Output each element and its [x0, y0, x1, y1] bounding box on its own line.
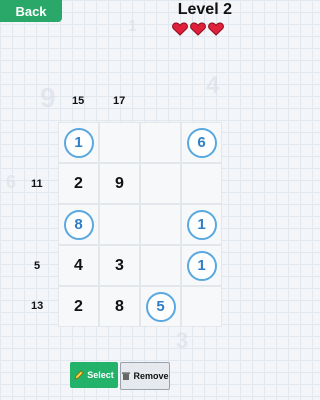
board-cell[interactable] [181, 163, 222, 204]
circled-number: 1 [186, 250, 217, 281]
row-clue: 13 [31, 300, 44, 312]
background-digit: 1 [128, 18, 137, 35]
board-cell[interactable] [99, 122, 140, 163]
board-cell[interactable] [140, 122, 181, 163]
circled-number: 1 [63, 127, 94, 158]
trash-icon [122, 372, 131, 380]
circled-number: 6 [186, 127, 217, 158]
lives [172, 22, 224, 36]
heart-icon [172, 22, 188, 36]
board-cell[interactable]: 1 [181, 204, 222, 245]
column-clue: 17 [113, 95, 126, 107]
board-cell[interactable] [181, 286, 222, 327]
background-digit: 6 [6, 172, 17, 192]
column-clue: 15 [72, 95, 85, 107]
back-button[interactable]: Back [0, 0, 62, 22]
heart-icon [208, 22, 224, 36]
level-title: Level 2 [177, 1, 232, 18]
background-digit: 3 [176, 328, 189, 353]
circled-number: 1 [186, 209, 217, 240]
select-label: Select [87, 370, 114, 380]
board-cell[interactable]: 1 [58, 122, 99, 163]
board-cell[interactable]: 2 [58, 163, 99, 204]
puzzle-board: 162981431285 [58, 122, 222, 327]
board-cell[interactable]: 6 [181, 122, 222, 163]
row-clue: 11 [31, 178, 43, 190]
board-cell[interactable]: 8 [99, 286, 140, 327]
board-cell[interactable]: 8 [58, 204, 99, 245]
board-cell[interactable]: 2 [58, 286, 99, 327]
board-cell[interactable] [140, 204, 181, 245]
toolbar: Select Remove [70, 362, 170, 390]
board-cell[interactable] [140, 245, 181, 286]
remove-label: Remove [133, 371, 169, 381]
board-cell[interactable]: 4 [58, 245, 99, 286]
background-digit: 4 [206, 72, 220, 99]
pencil-icon [74, 370, 84, 380]
heart-icon [190, 22, 206, 36]
board-cell[interactable]: 3 [99, 245, 140, 286]
remove-button[interactable]: Remove [120, 362, 170, 390]
circled-number: 5 [145, 291, 176, 322]
row-clue: 5 [34, 260, 41, 272]
circled-number: 8 [63, 209, 94, 240]
select-button[interactable]: Select [70, 362, 118, 388]
board-cell[interactable] [99, 204, 140, 245]
background-digit: 9 [40, 82, 56, 113]
board-cell[interactable]: 5 [140, 286, 181, 327]
board-cell[interactable]: 1 [181, 245, 222, 286]
board-cell[interactable]: 9 [99, 163, 140, 204]
board-cell[interactable] [140, 163, 181, 204]
